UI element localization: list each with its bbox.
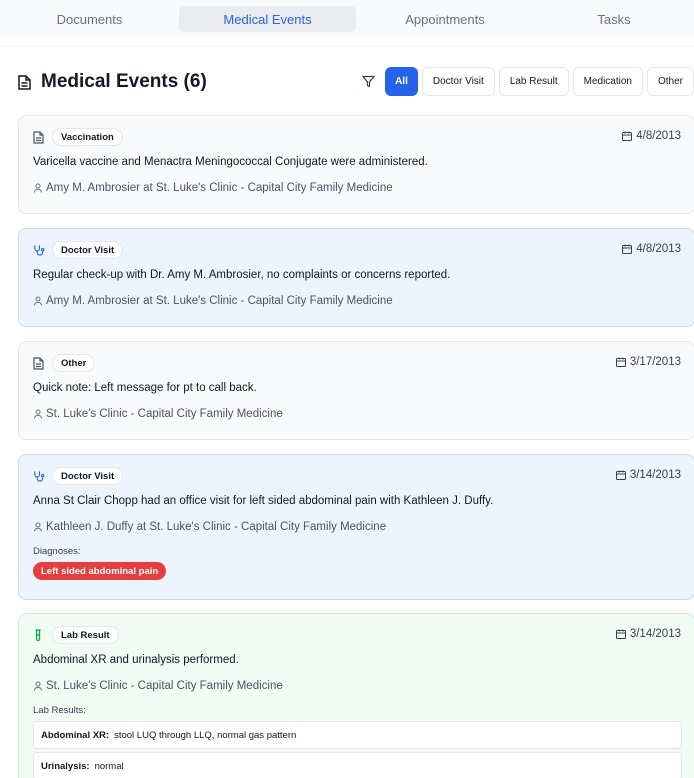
event-provider-text: Kathleen J. Duffy at St. Luke's Clinic -… (46, 521, 387, 533)
calendar-icon (622, 131, 633, 141)
event-provider: Amy M. Ambrosier at St. Luke's Clinic - … (33, 295, 393, 307)
tab-documents[interactable]: Documents (0, 6, 179, 32)
event-header: Doctor Visit (33, 241, 124, 259)
event-provider-text: St. Luke's Clinic - Capital City Family … (46, 680, 283, 692)
event-description: Varicella vaccine and Menactra Meningoco… (33, 156, 428, 168)
event-date: 4/8/2013 (622, 130, 681, 142)
test-tube-icon (33, 628, 45, 642)
stethoscope-icon (33, 243, 45, 257)
filter-bar: All Doctor Visit Lab Result Medication O… (360, 67, 694, 96)
event-provider: Amy M. Ambrosier at St. Luke's Clinic - … (33, 182, 393, 194)
diagnoses-label: Diagnoses: (33, 546, 81, 557)
event-provider-text: Amy M. Ambrosier at St. Luke's Clinic - … (46, 182, 393, 194)
filter-all[interactable]: All (385, 67, 418, 96)
document-icon (18, 73, 34, 91)
event-date: 3/17/2013 (615, 356, 681, 368)
event-type-badge: Other (52, 354, 96, 372)
event-provider: Kathleen J. Duffy at St. Luke's Clinic -… (33, 521, 386, 533)
event-description: Regular check-up with Dr. Amy M. Ambrosi… (33, 269, 451, 281)
filter-lab-result[interactable]: Lab Result (498, 67, 569, 96)
event-date-text: 3/14/2013 (629, 469, 681, 481)
lab-result-value: stool LUQ through LLQ, normal gas patter… (114, 729, 297, 741)
page-title: Medical Events (6) (41, 71, 207, 92)
event-date: 4/8/2013 (622, 243, 681, 255)
tab-medical-events[interactable]: Medical Events (179, 6, 356, 32)
tab-appointments[interactable]: Appointments (356, 6, 534, 32)
filter-medication[interactable]: Medication (572, 67, 643, 96)
person-icon (33, 522, 43, 532)
event-type-badge: Doctor Visit (52, 241, 124, 259)
event-card[interactable]: Doctor Visit 3/14/2013 Anna St Clair Cho… (18, 454, 694, 600)
event-date: 3/14/2013 (615, 469, 681, 481)
lab-results-label: Lab Results: (33, 705, 86, 716)
person-icon (33, 409, 43, 419)
event-provider: St. Luke's Clinic - Capital City Family … (33, 680, 283, 692)
person-icon (33, 296, 43, 306)
person-icon (33, 681, 43, 691)
event-date: 3/14/2013 (615, 628, 681, 640)
document-icon (33, 356, 45, 370)
event-description: Quick note: Left message for pt to call … (33, 382, 257, 394)
event-header: Lab Result (33, 626, 119, 644)
calendar-icon (615, 470, 626, 480)
event-type-badge: Vaccination (52, 128, 123, 146)
person-icon (33, 183, 43, 193)
diagnosis-badge: Left sided abdominal pain (33, 562, 167, 580)
stethoscope-icon (33, 469, 45, 483)
lab-result-value: normal (94, 760, 124, 772)
filter-doctor-visit[interactable]: Doctor Visit (421, 67, 495, 96)
event-provider-text: St. Luke's Clinic - Capital City Family … (46, 408, 283, 420)
event-type-badge: Lab Result (52, 626, 119, 644)
tab-tasks[interactable]: Tasks (534, 6, 694, 32)
event-provider: St. Luke's Clinic - Capital City Family … (33, 408, 283, 420)
calendar-icon (622, 244, 633, 254)
event-description: Abdominal XR and urinalysis performed. (33, 654, 239, 666)
event-card[interactable]: Lab Result 3/14/2013 Abdominal XR and ur… (18, 613, 694, 778)
event-card[interactable]: Vaccination 4/8/2013 Varicella vaccine a… (18, 115, 694, 214)
event-header: Other (33, 354, 96, 372)
event-date-text: 3/14/2013 (629, 628, 681, 640)
event-description: Anna St Clair Chopp had an office visit … (33, 495, 494, 507)
event-type-badge: Doctor Visit (52, 467, 124, 485)
event-header: Vaccination (33, 128, 123, 146)
events-header: Medical Events (6) All Doctor Visit Lab … (18, 66, 694, 98)
calendar-icon (615, 357, 626, 367)
lab-result-row: Abdominal XR: stool LUQ through LLQ, nor… (33, 721, 682, 749)
lab-result-name: Abdominal XR: (41, 729, 110, 741)
lab-result-name: Urinalysis: (41, 760, 90, 772)
filter-icon[interactable] (360, 74, 376, 90)
event-date-text: 3/17/2013 (629, 356, 681, 368)
calendar-icon (615, 629, 626, 639)
lab-result-row: Urinalysis: normal (33, 752, 682, 778)
filter-other[interactable]: Other (646, 67, 694, 96)
event-card[interactable]: Doctor Visit 4/8/2013 Regular check-up w… (18, 228, 694, 327)
event-header: Doctor Visit (33, 467, 124, 485)
event-date-text: 4/8/2013 (636, 243, 681, 255)
event-date-text: 4/8/2013 (636, 130, 681, 142)
divider (0, 46, 694, 47)
document-icon (33, 130, 45, 144)
event-provider-text: Amy M. Ambrosier at St. Luke's Clinic - … (46, 295, 393, 307)
event-card[interactable]: Other 3/17/2013 Quick note: Left message… (18, 341, 694, 440)
tab-bar: Documents Medical Events Appointments Ta… (0, 0, 694, 36)
